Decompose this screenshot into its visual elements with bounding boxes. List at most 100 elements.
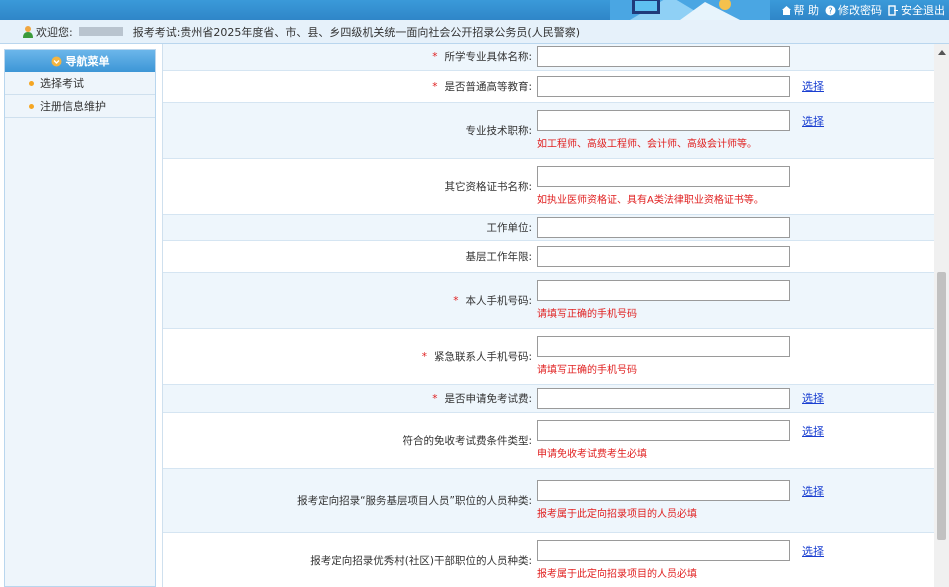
form-label-cell: 报考定向招录优秀村(社区)干部职位的人员种类: <box>163 532 535 587</box>
form-label: 工作单位: <box>486 221 532 234</box>
form-row: 其它资格证书名称: 如执业医师资格证、具有A类法律职业资格证书等。 <box>163 158 934 215</box>
bullet-icon <box>29 103 34 109</box>
form-row: * 本人手机号码: 请填写正确的手机号码 <box>163 272 934 329</box>
form-value-cell: 请填写正确的手机号码 <box>535 272 934 329</box>
exam-label: 报考考试:贵州省2025年度省、市、县、乡四级机关统一面向社会公开招录公务员(人… <box>132 25 580 39</box>
sidebar: 导航菜单 选择考试 注册信息维护 <box>4 49 156 587</box>
form-row: 基层工作年限: <box>163 240 934 273</box>
form-label: 报考定向招录优秀村(社区)干部职位的人员种类: <box>310 554 532 567</box>
field-hint: 请填写正确的手机号码 <box>537 309 637 320</box>
form-value-cell: 请填写正确的手机号码 <box>535 328 934 385</box>
select-link[interactable]: 选择 <box>802 115 824 128</box>
form-value-cell <box>535 240 934 273</box>
logout-icon <box>888 4 898 16</box>
form-input[interactable] <box>537 280 790 301</box>
banner-illustration <box>610 0 770 20</box>
form-label: 符合的免收考试费条件类型: <box>402 434 532 447</box>
field-hint: 如工程师、高级工程师、会计师、高级会计师等。 <box>537 139 757 150</box>
form-row: * 是否普通高等教育: 选择 <box>163 70 934 103</box>
form-label-cell: 工作单位: <box>163 214 535 241</box>
logout-link[interactable]: 安全退出 <box>888 2 945 18</box>
field-hint: 如执业医师资格证、具有A类法律职业资格证书等。 <box>537 195 764 206</box>
question-icon: ? <box>825 5 836 15</box>
form-input[interactable] <box>537 75 790 97</box>
form-input[interactable] <box>537 336 790 357</box>
select-link[interactable]: 选择 <box>802 80 824 93</box>
form-value-cell: 选择 报考属于此定向招录项目的人员必填 <box>535 468 934 533</box>
form-input[interactable] <box>537 166 790 187</box>
form-panel: * 所学专业具体名称: * 是否普通高等教育: 选择 专业技术职称: 选择 如工程师、高级工程… <box>162 44 934 587</box>
form-label: 本人手机号码: <box>465 294 532 307</box>
form-label-cell: * 紧急联系人手机号码: <box>163 328 535 385</box>
chevron-down-icon <box>51 56 61 66</box>
form-row: * 紧急联系人手机号码: 请填写正确的手机号码 <box>163 328 934 385</box>
sidebar-title: 导航菜单 <box>65 55 110 68</box>
sidebar-item-label: 选择考试 <box>40 77 84 90</box>
username-masked <box>78 27 123 36</box>
form-value-cell: 选择报考属于此定向招录项目的人员必填 <box>535 532 934 587</box>
form-value-cell: 选择如工程师、高级工程师、会计师、高级会计师等。 <box>535 102 934 159</box>
form-input[interactable] <box>537 540 790 561</box>
sidebar-header: 导航菜单 <box>5 50 155 72</box>
form-label: 所学专业具体名称: <box>444 51 532 64</box>
select-link[interactable]: 选择 <box>802 545 824 558</box>
top-banner: 帮 助 ? 修改密码 安全退出 <box>0 0 949 20</box>
form-input[interactable] <box>537 420 790 441</box>
form-row: 符合的免收考试费条件类型: 选择 申请免收考试费考生必填 <box>163 412 934 469</box>
bullet-icon <box>29 80 34 86</box>
form-input[interactable] <box>537 216 790 238</box>
form-label: 紧急联系人手机号码: <box>433 350 532 363</box>
required-marker: * <box>432 51 438 64</box>
form-value-cell: 选择 <box>535 70 934 103</box>
form-input[interactable] <box>537 245 790 267</box>
scroll-up-icon[interactable] <box>938 50 946 55</box>
select-link[interactable]: 选择 <box>802 485 824 498</box>
required-marker: * <box>453 294 459 307</box>
change-password-label: 修改密码 <box>838 4 882 17</box>
form-label: 是否普通高等教育: <box>444 80 532 93</box>
form-label: 专业技术职称: <box>465 124 532 137</box>
form-input[interactable] <box>537 387 790 409</box>
form-input[interactable] <box>537 480 790 501</box>
field-hint: 报考属于此定向招录项目的人员必填 <box>537 569 697 580</box>
form-label-cell: 专业技术职称: <box>163 102 535 159</box>
form-value-cell: 选择 <box>535 384 934 413</box>
sidebar-item-registration-info[interactable]: 注册信息维护 <box>5 95 155 118</box>
form-row: 专业技术职称: 选择 如工程师、高级工程师、会计师、高级会计师等。 <box>163 102 934 159</box>
logout-label: 安全退出 <box>901 4 945 17</box>
home-icon <box>781 5 791 15</box>
form-label: 其它资格证书名称: <box>444 180 532 193</box>
form-row: * 所学专业具体名称: <box>163 44 934 71</box>
required-marker: * <box>421 350 427 363</box>
user-icon <box>23 26 33 38</box>
form-label-cell: * 是否普通高等教育: <box>163 70 535 103</box>
sidebar-item-label: 注册信息维护 <box>40 100 106 113</box>
form-value-cell: 选择 申请免收考试费考生必填 <box>535 412 934 469</box>
form-input[interactable] <box>537 46 790 68</box>
form-value-cell <box>535 214 934 241</box>
field-hint: 请填写正确的手机号码 <box>537 365 637 376</box>
form-label-cell: 基层工作年限: <box>163 240 535 273</box>
form-label: 报考定向招录“服务基层项目人员”职位的人员种类: <box>297 494 532 507</box>
info-bar: 欢迎您: 报考考试:贵州省2025年度省、市、县、乡四级机关统一面向社会公开招录… <box>0 20 949 44</box>
select-link[interactable]: 选择 <box>802 392 824 405</box>
change-password-link[interactable]: ? 修改密码 <box>825 2 882 18</box>
vertical-scrollbar[interactable] <box>934 44 949 587</box>
help-link[interactable]: 帮 助 <box>781 2 819 18</box>
required-marker: * <box>432 392 438 405</box>
scrollbar-thumb[interactable] <box>937 272 946 540</box>
form-label-cell: 符合的免收考试费条件类型: <box>163 412 535 469</box>
svg-text:?: ? <box>828 6 832 15</box>
form-value-cell <box>535 44 934 71</box>
form-input[interactable] <box>537 110 790 131</box>
form-label: 基层工作年限: <box>465 250 532 263</box>
form-row: 报考定向招录优秀村(社区)干部职位的人员种类: 选择 报考属于此定向招录项目的人员必… <box>163 532 934 587</box>
required-marker: * <box>432 80 438 93</box>
form-label-cell: 报考定向招录“服务基层项目人员”职位的人员种类: <box>163 468 535 533</box>
sidebar-item-select-exam[interactable]: 选择考试 <box>5 72 155 95</box>
form-label-cell: 其它资格证书名称: <box>163 158 535 215</box>
select-link[interactable]: 选择 <box>802 425 824 438</box>
form-label-cell: * 所学专业具体名称: <box>163 44 535 71</box>
form-label-cell: * 本人手机号码: <box>163 272 535 329</box>
form-row: 报考定向招录“服务基层项目人员”职位的人员种类: 选择 报考属于此定向招录项目的人员… <box>163 468 934 533</box>
